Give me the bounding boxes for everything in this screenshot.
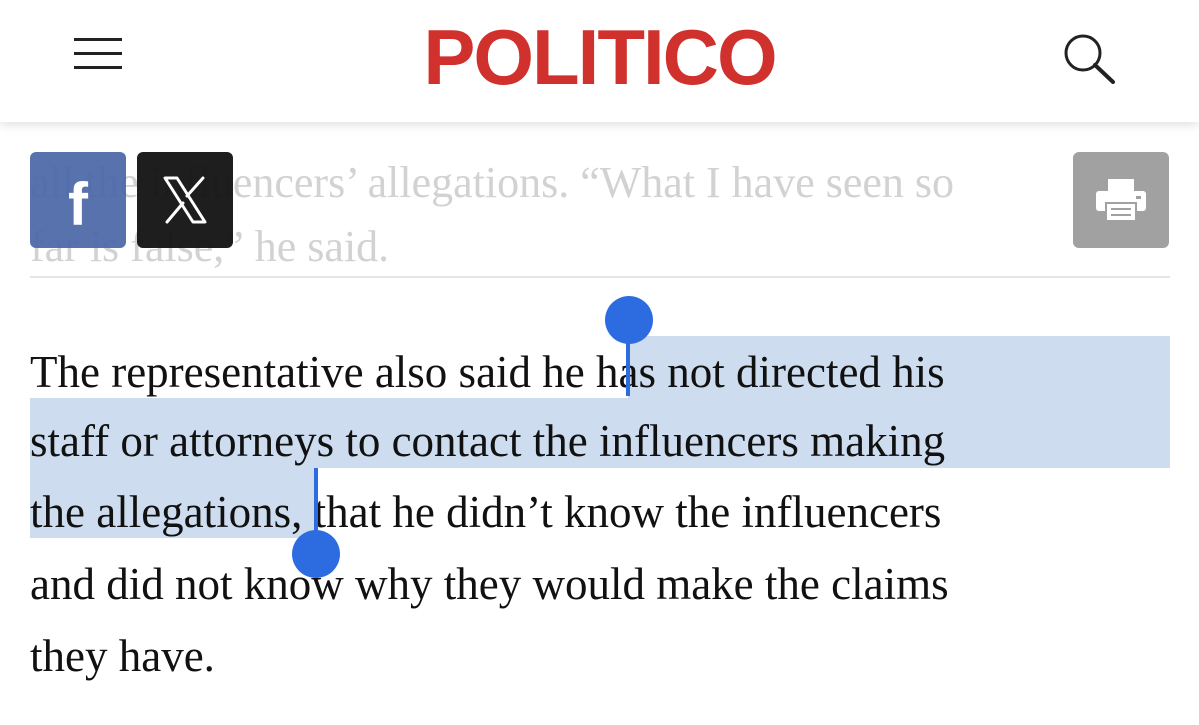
- facebook-share-button[interactable]: f: [30, 152, 126, 248]
- print-button[interactable]: [1073, 152, 1169, 248]
- selection-end-caret: [314, 468, 318, 538]
- article-line: The representative also said he has not …: [30, 336, 945, 408]
- hamburger-menu-icon[interactable]: [74, 34, 122, 74]
- x-icon: [163, 176, 207, 224]
- print-icon: [1096, 179, 1146, 222]
- selected-text: he has not directed his: [542, 347, 945, 397]
- article-text: , that he didn’t know the influencers: [291, 487, 942, 537]
- x-share-button[interactable]: [137, 152, 233, 248]
- search-icon[interactable]: [1058, 30, 1120, 86]
- article-line: they have.: [30, 631, 215, 681]
- politico-logo[interactable]: POLITICO: [398, 12, 801, 102]
- facebook-icon: f: [68, 171, 88, 238]
- selected-text: staff or attorneys to contact the influe…: [30, 416, 946, 466]
- selection-start-caret: [626, 336, 630, 396]
- article-line: staff or attorneys to contact the influe…: [30, 405, 945, 477]
- selection-end-handle[interactable]: [292, 530, 340, 578]
- article-text: The representative also said: [30, 347, 543, 397]
- selected-text: the allegations: [30, 487, 292, 537]
- top-navigation-bar: POLITICO: [0, 0, 1199, 122]
- article-line: and did not know why they would make the…: [30, 559, 949, 609]
- article-line: the allegations, that he didn’t know the…: [30, 476, 941, 548]
